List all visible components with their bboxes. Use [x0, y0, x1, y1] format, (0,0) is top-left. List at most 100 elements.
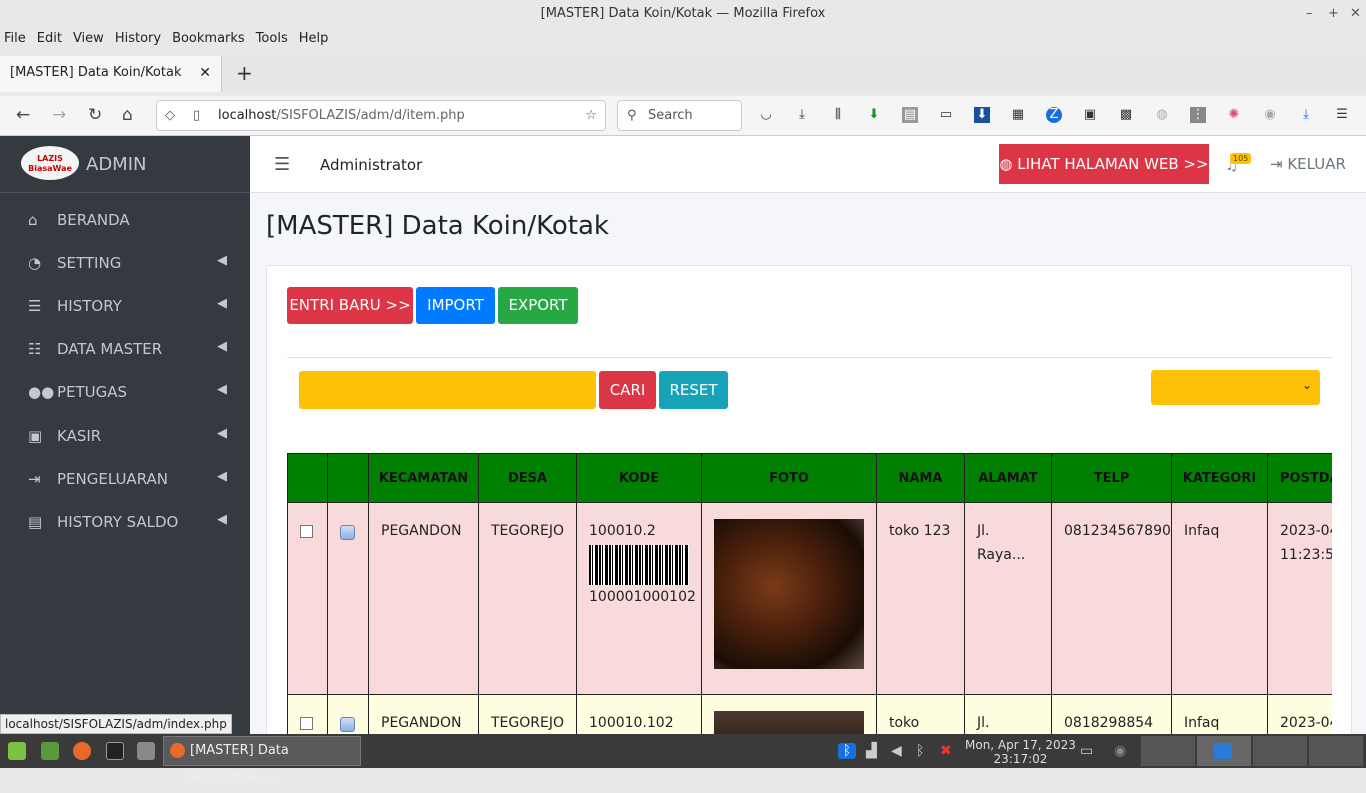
color-picker-icon[interactable]: ✺: [1226, 107, 1242, 123]
window-title: [MASTER] Data Koin/Kotak — Mozilla Firef…: [540, 6, 826, 21]
filter-select[interactable]: ⌄: [1151, 370, 1320, 405]
column-header-telp[interactable]: TELP: [1051, 453, 1172, 503]
view-website-button[interactable]: ◍ LIHAT HALAMAN WEB >>: [999, 144, 1209, 184]
reload-icon[interactable]: ↻: [88, 105, 102, 125]
brand-link[interactable]: LAZIS BiasaWae ADMIN: [0, 136, 250, 193]
coffee-photo[interactable]: [714, 711, 864, 734]
terminal-icon[interactable]: [106, 742, 124, 760]
kode-cell: 100010.2 100001000102: [576, 502, 702, 695]
search-input[interactable]: [299, 371, 596, 409]
edit-icon[interactable]: [340, 717, 355, 732]
menu-edit[interactable]: Edit: [37, 31, 62, 46]
column-header-kecamatan[interactable]: KECAMATAN: [368, 453, 479, 503]
home-icon[interactable]: ⌂: [122, 105, 133, 125]
green-download-icon[interactable]: ⬇: [866, 107, 882, 123]
battery-icon[interactable]: ▭: [1080, 743, 1093, 759]
column-header-kategori[interactable]: KATEGORI: [1171, 453, 1268, 503]
coffee-beans-photo[interactable]: [714, 519, 864, 669]
sidebar-item-kasir[interactable]: ▣ KASIR ◀: [0, 417, 250, 457]
menu-help[interactable]: Help: [299, 31, 329, 46]
sidebar-item-pengeluaran[interactable]: ⇥ PENGELUARAN ◀: [0, 460, 250, 500]
sidebar-item-petugas[interactable]: ●● PETUGAS ◀: [0, 373, 250, 413]
forward-icon[interactable]: →: [52, 105, 66, 125]
import-button[interactable]: IMPORT: [416, 287, 495, 324]
nama-cell: toko 123: [876, 502, 965, 695]
new-tab-icon[interactable]: +: [236, 61, 253, 85]
hamburger-toggle-icon[interactable]: ☰: [274, 154, 290, 175]
menu-bookmarks[interactable]: Bookmarks: [172, 31, 245, 46]
sidebar-item-label: DATA MASTER: [57, 340, 163, 358]
qr-code-icon[interactable]: ▩: [1118, 107, 1134, 123]
grid-extension-icon[interactable]: ▦: [1010, 107, 1026, 123]
hamburger-menu-icon[interactable]: ☰: [1334, 107, 1350, 123]
page-info-icon[interactable]: ▯: [193, 101, 200, 130]
export-button[interactable]: EXPORT: [498, 287, 578, 324]
workspace-4[interactable]: [1309, 736, 1363, 766]
tab-strip: [MASTER] Data Koin/Kotak ✕ +: [0, 56, 1366, 92]
browser-tab[interactable]: [MASTER] Data Koin/Kotak ✕: [0, 56, 222, 92]
column-header-desa[interactable]: DESA: [478, 453, 577, 503]
bluetooth-status-icon[interactable]: ᛒ: [916, 743, 924, 759]
menu-history[interactable]: History: [115, 31, 161, 46]
close-tab-icon[interactable]: ✕: [199, 56, 211, 90]
column-header-kode[interactable]: KODE: [576, 453, 702, 503]
firefox-icon[interactable]: [73, 742, 91, 760]
sidebar-item-history-saldo[interactable]: ▤ HISTORY SALDO ◀: [0, 503, 250, 543]
kategori-cell: Infaq: [1171, 694, 1268, 734]
clock[interactable]: Mon, Apr 17, 2023 23:17:02: [965, 738, 1076, 766]
search-field[interactable]: ⚲ Search: [617, 100, 742, 131]
bookmark-star-icon[interactable]: ☆: [585, 101, 597, 130]
sidebar-item-beranda[interactable]: ⌂ BERANDA: [0, 201, 250, 241]
minimize-icon[interactable]: –: [1306, 0, 1313, 27]
search-button[interactable]: CARI: [599, 371, 656, 409]
url-bar[interactable]: ◇ ▯ localhost/SISFOLAZIS/adm/d/item.php …: [156, 100, 606, 131]
column-header-nama[interactable]: NAMA: [876, 453, 965, 503]
mint-menu-icon[interactable]: [8, 742, 26, 760]
save-icon[interactable]: ⬇: [974, 107, 990, 123]
lock-icon[interactable]: ▣: [1082, 107, 1098, 123]
sidebar-item-history[interactable]: ☰ HISTORY ◀: [0, 287, 250, 327]
reset-button[interactable]: RESET: [659, 371, 728, 409]
extension-icon[interactable]: ▤: [902, 107, 918, 123]
column-header-alamat[interactable]: ALAMAT: [964, 453, 1052, 503]
downloads-icon[interactable]: ⤓: [794, 107, 810, 123]
status-bar-url: localhost/SISFOLAZIS/adm/index.php: [0, 714, 232, 734]
logout-link[interactable]: ⇥ KELUAR: [1270, 155, 1346, 173]
sidebar-item-data-master[interactable]: ☷ DATA MASTER ◀: [0, 330, 250, 370]
update-icon[interactable]: ◉: [1114, 743, 1126, 759]
menu-extension-icon[interactable]: ⋮: [1190, 107, 1206, 123]
workspace-2[interactable]: [1197, 736, 1251, 766]
bluetooth-icon[interactable]: ᛒ: [838, 743, 856, 759]
chevron-left-icon: ◀: [217, 512, 227, 527]
maximize-icon[interactable]: +: [1328, 0, 1339, 27]
network-icon[interactable]: ▟: [866, 743, 877, 759]
globe-icon[interactable]: ◍: [1154, 107, 1170, 123]
show-desktop-icon[interactable]: [137, 742, 155, 760]
row-checkbox[interactable]: [300, 525, 313, 538]
download-manager-icon[interactable]: ⤓: [1298, 107, 1314, 123]
close-window-icon[interactable]: ✕: [1350, 0, 1361, 27]
sidebar-item-setting[interactable]: ◔ SETTING ◀: [0, 244, 250, 284]
library-icon[interactable]: ⫼: [830, 107, 846, 123]
desa-cell: TEGOREJO: [478, 502, 577, 695]
new-entry-button[interactable]: ENTRI BARU >>: [287, 287, 413, 324]
edit-icon[interactable]: [340, 525, 355, 540]
menu-tools[interactable]: Tools: [256, 31, 288, 46]
back-icon[interactable]: ←: [16, 105, 30, 125]
volume-icon[interactable]: ◀: [891, 743, 902, 759]
menu-view[interactable]: View: [73, 31, 104, 46]
sidebar-icon[interactable]: ▭: [938, 107, 954, 123]
workspace-1[interactable]: [1141, 736, 1195, 766]
workspace-3[interactable]: [1253, 736, 1307, 766]
pocket-icon[interactable]: ◡: [758, 107, 774, 123]
menu-file[interactable]: File: [4, 31, 26, 46]
shield-icon[interactable]: ◇: [165, 101, 175, 130]
column-header-postdate[interactable]: POSTDA: [1267, 453, 1332, 503]
taskbar-window-button[interactable]: [MASTER] Data Koin/Kotak ...: [163, 736, 361, 786]
record-icon[interactable]: ◉: [1262, 107, 1278, 123]
shield-warning-icon[interactable]: ✖: [940, 743, 952, 759]
row-checkbox[interactable]: [300, 717, 313, 730]
column-header-foto[interactable]: FOTO: [701, 453, 877, 503]
zoom-extension-icon[interactable]: Z: [1046, 107, 1062, 123]
file-manager-icon[interactable]: [41, 742, 59, 760]
